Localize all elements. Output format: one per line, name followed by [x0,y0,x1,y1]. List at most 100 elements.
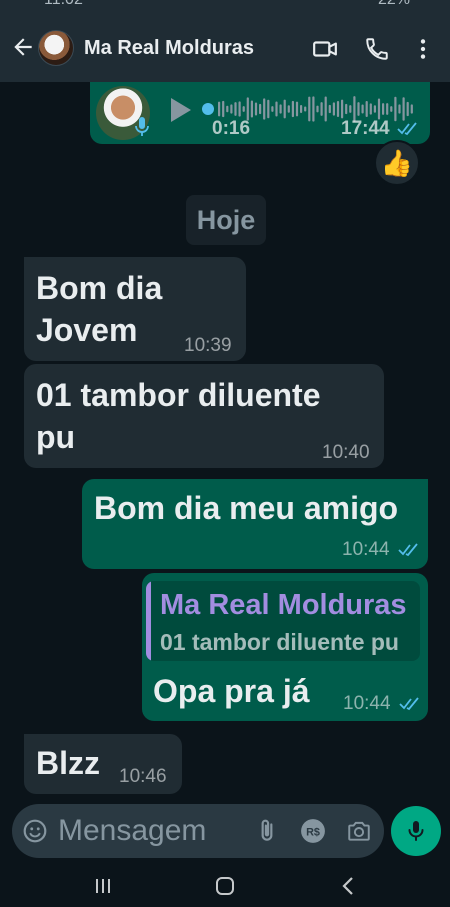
status-bar: 11:02 22% [0,0,450,10]
outgoing-message[interactable]: Bom dia meu amigo 10:44 [82,479,428,569]
waveform-bar [386,103,389,115]
waveform-bar [308,96,311,122]
message-text-line: Jovem [36,312,138,348]
voice-record-button[interactable] [391,806,441,856]
quoted-author: Ma Real Molduras [160,589,407,621]
system-nav-bar [0,862,450,907]
voice-duration: 0:16 [212,118,251,139]
waveform-bar [328,104,331,114]
message-text-line: Opa pra já [153,673,310,709]
waveform-bar [291,100,294,118]
waveform-bar [238,101,241,117]
waveform-bar [373,105,376,113]
payment-icon[interactable]: R$ [300,818,326,844]
waveform-bar [345,103,348,115]
incoming-message[interactable]: Bom dia Jovem 10:39 [24,257,246,361]
read-receipt-icon [397,122,417,136]
message-time: 10:46 [119,766,167,787]
waveform-bar [222,100,225,118]
waveform-bar [271,106,274,112]
incoming-message[interactable]: 01 tambor diluente pu 10:40 [24,364,384,468]
video-call-icon[interactable] [312,36,338,62]
svg-text:R$: R$ [306,826,320,838]
waveform-bar [254,102,258,116]
message-text-line: Blzz [36,745,100,781]
chat-header: Ma Real Molduras [0,10,450,82]
message-time: 10:40 [322,442,370,463]
waveform-bar [234,102,237,116]
waveform-bar [226,105,229,113]
thumbs-up-icon: 👍 [380,148,414,178]
waveform-bar [316,105,319,113]
waveform-bar [349,105,352,113]
message-time: 10:39 [184,335,232,356]
read-receipt-icon [399,697,419,711]
message-text-line: Bom dia [36,270,163,306]
playback-position [202,103,214,115]
waveform-bar [398,104,401,114]
waveform-bar [341,99,344,119]
waveform-bar [230,104,233,114]
chat-area[interactable]: 0:16 17:44 👍 Hoje Bom dia Jovem 10:39 01… [0,82,450,802]
message-time: 10:44 [342,539,390,560]
waveform-bar [267,99,270,119]
waveform-bar [275,101,278,117]
quoted-message[interactable]: Ma Real Molduras 01 tambor diluente pu [146,581,420,661]
status-time: 11:02 [44,0,83,9]
waveform-bar [369,103,372,115]
waveform-bar [406,101,409,117]
waveform-bar [377,98,381,120]
waveform-bar [394,96,397,122]
play-icon[interactable] [168,96,194,124]
read-receipt-icon [398,543,418,557]
message-text-line: pu [36,419,76,455]
reaction-badge[interactable]: 👍 [374,140,420,186]
day-separator: Hoje [186,195,266,245]
waveform-bar [300,105,303,113]
waveform-bar [259,103,262,115]
waveform-bar [332,102,335,116]
quote-accent-bar [146,581,151,661]
waveform-bar [336,100,340,118]
waveform-bar [382,103,385,115]
waveform-bar [218,101,221,117]
waveform-bar [283,99,286,119]
waveform-bar [312,96,315,122]
waveform-bar [361,104,364,114]
waveform-bar [263,98,266,120]
waveform-bar [287,105,290,113]
battery-level: 22% [378,0,410,9]
waveform-bar [410,104,413,114]
home-icon[interactable] [214,875,236,897]
message-text-line: 01 tambor diluente [36,377,321,413]
emoji-icon[interactable] [22,818,48,844]
quoted-text: 01 tambor diluente pu [160,629,399,655]
voice-call-icon[interactable] [364,36,390,62]
message-input-bar[interactable]: Mensagem R$ [12,804,384,858]
waveform-bar [365,100,368,118]
mic-icon [135,117,149,136]
nav-back-icon[interactable] [338,875,360,897]
contact-avatar[interactable] [38,30,74,66]
waveform-bar [320,102,323,116]
waveform-bar [295,101,299,117]
waveform-bar [357,102,360,116]
more-options-icon[interactable] [410,36,436,62]
waveform-bar [390,106,393,112]
waveform-bar [324,96,327,122]
waveform-bar [242,106,245,112]
contact-name[interactable]: Ma Real Molduras [84,37,254,60]
message-time: 10:44 [343,693,391,714]
waveform-bar [304,106,307,112]
mic-icon [408,821,424,841]
message-text-line: Bom dia meu amigo [94,490,399,526]
waveform-bar [279,104,282,114]
incoming-message[interactable]: Blzz 10:46 [24,734,182,794]
message-input[interactable]: Mensagem [58,814,206,848]
recent-apps-icon[interactable] [92,875,114,897]
camera-icon[interactable] [346,818,372,844]
voice-message-bubble[interactable]: 0:16 17:44 [90,82,430,144]
attach-icon[interactable] [254,818,280,844]
back-arrow-icon[interactable] [10,34,36,60]
waveform-bar [250,100,253,118]
